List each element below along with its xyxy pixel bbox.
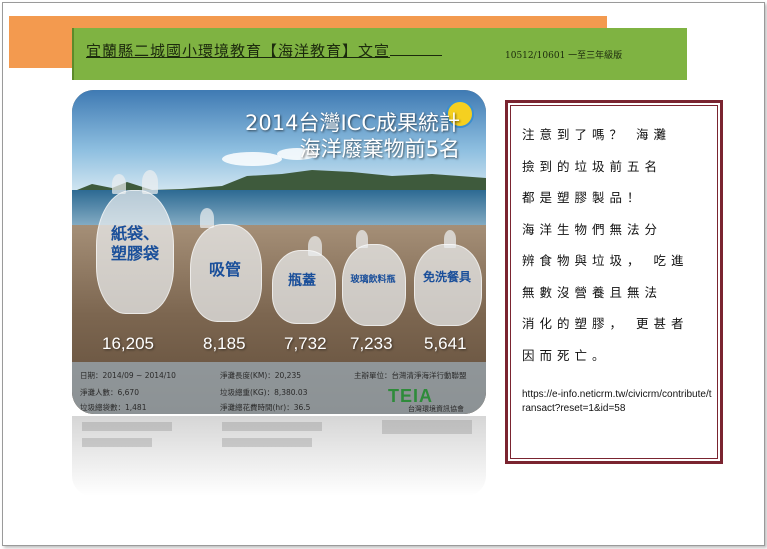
note-line: 消化的塑膠， 更甚者 [522, 316, 689, 331]
note-line: 因而死亡。 [522, 347, 610, 363]
date-grade-label: 10512/10601 一至三年級版 [505, 51, 623, 61]
bag-label-bottle-caps: 瓶蓋 [288, 273, 316, 289]
bag-label-straws: 吸管 [208, 260, 241, 279]
note-line: 辨食物與垃圾， 吃進 [522, 253, 689, 268]
reflection-line [382, 420, 472, 434]
icc-infographic: 2014台灣ICC成果統計 海洋廢棄物前5名 紙袋、 塑膠袋 16,205 吸管… [72, 90, 486, 414]
stat-bags: 垃圾總袋數：1,481 [80, 403, 147, 412]
trash-bag-glass-bottles [342, 244, 406, 326]
count-glass-bottles: 7,233 [350, 334, 393, 353]
stat-organizer: 主辦單位：台灣清淨海洋行動聯盟 [354, 371, 467, 380]
reflection-line [82, 422, 172, 431]
note-line: 無數沒營養且無法 [522, 284, 663, 300]
reflection-line [82, 438, 152, 447]
stat-length: 淨灘長度(KM)：20,235 [220, 371, 301, 380]
note-line: 注意到了嗎？ 海灘 [522, 127, 671, 142]
infographic-reflection [72, 416, 486, 496]
stat-weight: 垃圾總重(KG)：8,380.03 [220, 388, 308, 397]
donation-link[interactable]: https://e-info.neticrm.tw/civicrm/contri… [522, 388, 712, 416]
count-disposable-tableware: 5,641 [424, 334, 467, 353]
note-line: 都是塑膠製品！ [522, 190, 645, 205]
bag-label-glass-bottles: 玻璃飲料瓶 [350, 275, 396, 285]
trash-bag-disposable-tableware [414, 244, 482, 326]
note-line: 海洋生物們無法分 [522, 221, 663, 237]
bag-label-plastic-bags: 紙袋、 塑膠袋 [110, 224, 159, 263]
reflection-line [222, 438, 312, 447]
stat-people: 淨灘人數：6,670 [80, 388, 139, 397]
stat-date: 日期：2014/09 ~ 2014/10 [80, 371, 176, 380]
count-straws: 8,185 [203, 334, 246, 353]
stat-hours: 淨灘總花費時間(hr)：36.5 [220, 403, 311, 412]
page-title: 宜蘭縣二城國小環境教育【海洋教育】文宣 [86, 40, 443, 61]
infographic-title-line2: 海洋廢棄物前5名 [299, 137, 460, 161]
info-note-box: 注意到了嗎？ 海灘 撿到的垃圾前五名 都是塑膠製品！ 海洋生物們無法分 辨食物與… [505, 100, 723, 464]
reflection-line [222, 422, 322, 431]
infographic-title: 2014台灣ICC成果統計 海洋廢棄物前5名 [245, 110, 460, 162]
note-line: 撿到的垃圾前五名 [522, 158, 663, 174]
note-text: 注意到了嗎？ 海灘 撿到的垃圾前五名 都是塑膠製品！ 海洋生物們無法分 辨食物與… [522, 119, 708, 371]
bag-label-disposable-tableware: 免洗餐具 [422, 270, 471, 284]
infographic-title-line1: 2014台灣ICC成果統計 [245, 111, 460, 135]
count-plastic-bags: 16,205 [102, 334, 154, 353]
tefia-logo-subtitle: 台灣環境資訊協會 [408, 405, 464, 413]
count-bottle-caps: 7,732 [284, 334, 327, 353]
